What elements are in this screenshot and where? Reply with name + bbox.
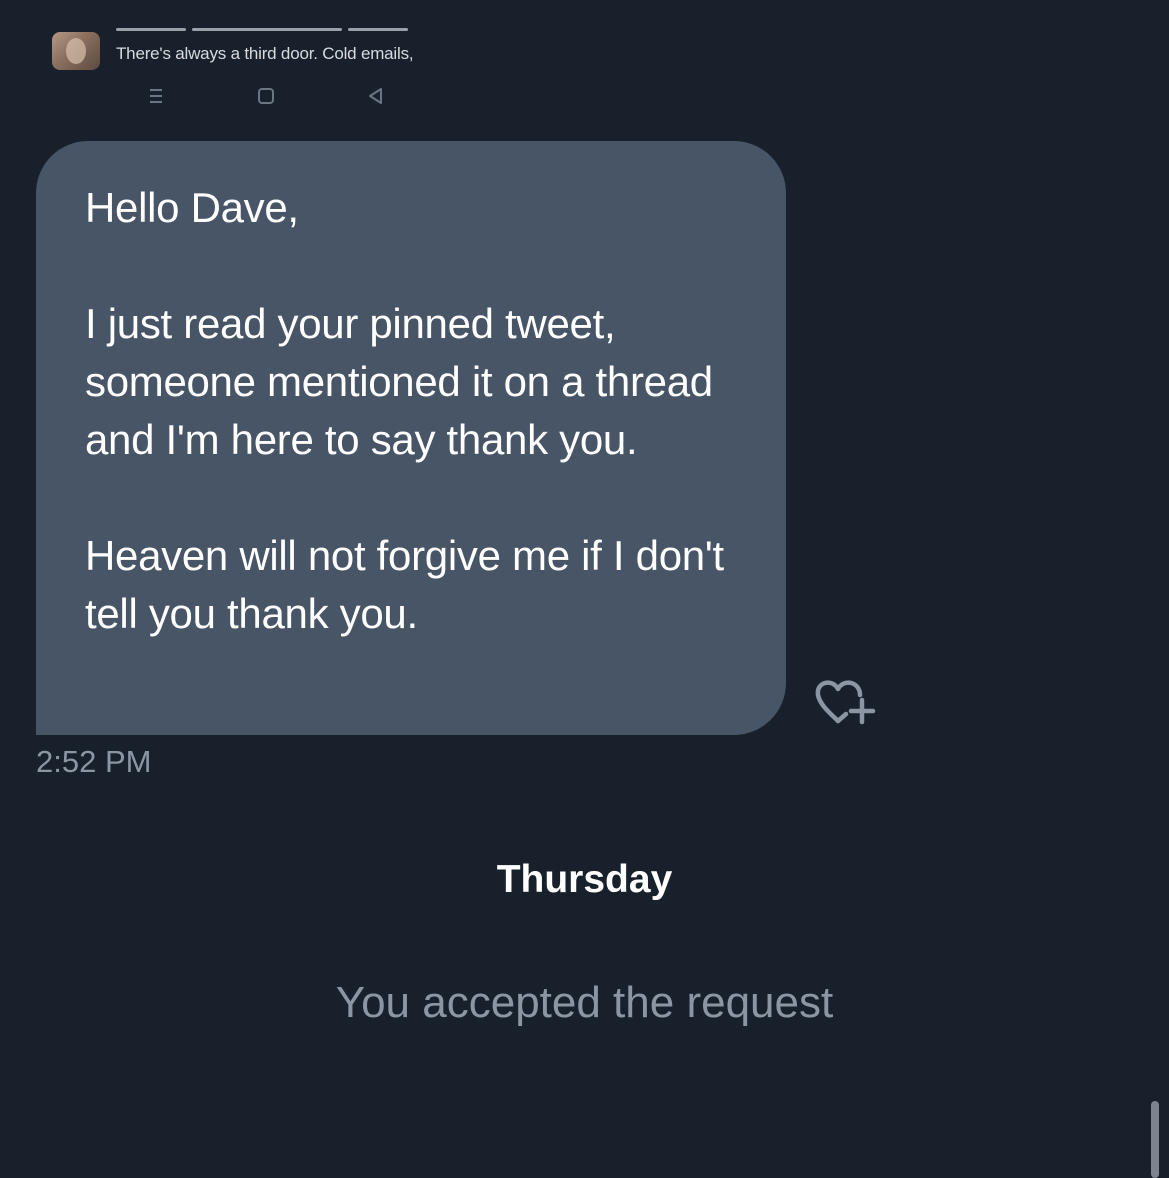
embedded-nav-bar: [140, 84, 400, 108]
day-divider-label: Thursday: [496, 858, 673, 901]
message-timestamp: 2:52 PM: [36, 744, 152, 779]
avatar: [52, 32, 100, 70]
home-square-icon: [258, 88, 274, 104]
cropped-name-line: [116, 28, 476, 32]
heart-plus-icon[interactable]: [814, 672, 880, 730]
request-accepted-status: You accepted the request: [335, 978, 834, 1027]
message-paragraph-1: I just read your pinned tweet, someone m…: [85, 300, 713, 463]
message-greeting: Hello Dave,: [85, 184, 299, 231]
back-triangle-icon: [369, 88, 382, 104]
message-paragraph-2: Heaven will not forgive me if I don't te…: [85, 532, 724, 637]
scrollbar[interactable]: [1151, 1101, 1159, 1178]
embedded-profile-preview: There's always a third door. Cold emails…: [52, 28, 482, 70]
embedded-bio-text: There's always a third door. Cold emails…: [116, 44, 414, 63]
dm-conversation-view: There's always a third door. Cold emails…: [0, 0, 1169, 1178]
menu-icon: [150, 89, 162, 103]
message-bubble[interactable]: Hello Dave, I just read your pinned twee…: [36, 141, 786, 735]
